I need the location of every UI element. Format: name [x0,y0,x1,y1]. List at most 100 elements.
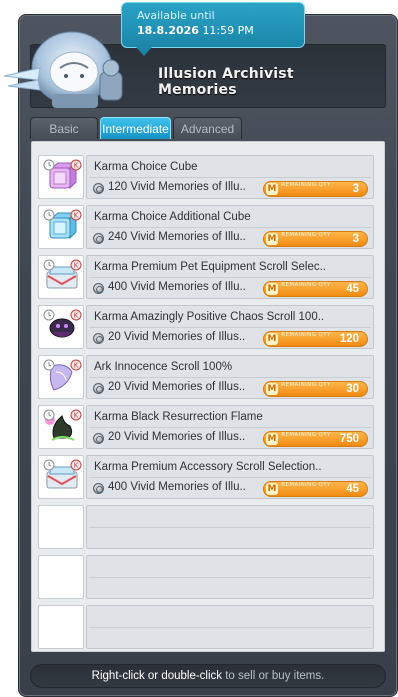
item-cost: 20 Vivid Memories of Illus.. [108,331,246,343]
item-cost: 400 Vivid Memories of Illu.. [108,281,246,293]
item-name: Ark Innocence Scroll 100% [94,361,233,373]
item-cost: 240 Vivid Memories of Illu.. [108,231,246,243]
item-info[interactable]: Karma Black Resurrection Flame 20 Vivid M… [86,405,374,449]
item-name: Karma Amazingly Positive Chaos Scroll 10… [94,311,325,323]
shop-item-row[interactable]: K Karma Premium Accessory Scroll Selectio… [38,455,375,499]
remaining-qty-value: 3 [352,233,359,245]
item-name: Karma Premium Accessory Scroll Selection… [94,461,322,473]
item-cost: 120 Vivid Memories of Illu.. [108,181,246,193]
shop-item-row[interactable]: K Karma Choice Additional Cube 240 Vivid M… [38,205,375,249]
row-divider [89,427,371,428]
item-info [86,605,374,649]
currency-icon [93,283,104,294]
item-icon-slot[interactable]: K [38,405,84,449]
tab-basic[interactable]: Basic [30,117,98,139]
item-name: Karma Choice Additional Cube [94,211,251,223]
shop-item-row[interactable]: K Karma Amazingly Positive Chaos Scroll 1… [38,305,375,349]
mileage-icon: M [266,483,278,495]
item-info[interactable]: Karma Premium Accessory Scroll Selection… [86,455,374,499]
tab-advanced[interactable]: Advanced [173,117,242,139]
item-name: Karma Black Resurrection Flame [94,411,263,423]
item-icon-slot [38,605,84,649]
remaining-qty-value: 3 [352,183,359,195]
remaining-qty-label: REMAINING QTY [281,382,331,388]
shop-item-row[interactable]: K Karma Choice Cube 120 Vivid Memories of … [38,155,375,199]
remaining-qty-badge: M REMAINING QTY 120 [263,331,368,347]
item-icon-slot [38,555,84,599]
svg-text:K: K [74,362,79,370]
remaining-qty-label: REMAINING QTY [281,232,331,238]
availability-datetime: 18.8.2026 11:59 PM [137,23,304,39]
svg-text:K: K [74,262,79,270]
svg-text:K: K [74,462,79,470]
remaining-qty-badge: M REMAINING QTY 45 [263,481,368,497]
svg-text:K: K [74,212,79,220]
mileage-icon: M [266,383,278,395]
black-flame-icon: K [42,408,82,448]
row-divider [89,377,371,378]
remaining-qty-value: 120 [339,333,359,345]
row-divider [89,327,371,328]
remaining-qty-value: 30 [346,383,359,395]
item-icon-slot[interactable]: K [38,355,84,399]
footer-action: Right-click or double-click [91,670,223,682]
item-icon-slot[interactable]: K [38,205,84,249]
mileage-icon: M [266,283,278,295]
empty-slot-row [38,505,375,549]
innocence-scroll-icon: K [42,358,82,398]
empty-slot-row [38,605,375,649]
remaining-qty-label: REMAINING QTY [281,282,331,288]
item-icon-slot[interactable]: K [38,455,84,499]
remaining-qty-value: 45 [346,283,359,295]
row-divider [89,277,371,278]
shop-item-row[interactable]: K Ark Innocence Scroll 100% 20 Vivid Memor… [38,355,375,399]
item-icon-slot[interactable]: K [38,255,84,299]
remaining-qty-badge: M REMAINING QTY 30 [263,381,368,397]
item-info [86,555,374,599]
item-info[interactable]: Karma Premium Pet Equipment Scroll Selec… [86,255,374,299]
scroll-box-icon: K [42,258,82,298]
shop-item-row[interactable]: K Karma Black Resurrection Flame 20 Vivid … [38,405,375,449]
row-divider [89,477,371,478]
currency-icon [93,383,104,394]
row-divider [89,577,371,578]
remaining-qty-label: REMAINING QTY [281,432,331,438]
row-divider [89,627,371,628]
availability-date: 18.8.2026 [137,24,199,37]
remaining-qty-value: 750 [339,433,359,445]
remaining-qty-badge: M REMAINING QTY 45 [263,281,368,297]
pink-cube-icon: K [42,158,82,198]
chaos-scroll-icon: K [42,308,82,348]
svg-text:K: K [74,162,79,170]
scroll-box-icon: K [42,458,82,498]
mileage-icon: M [266,233,278,245]
mileage-icon: M [266,433,278,445]
row-divider [89,227,371,228]
item-cost: 20 Vivid Memories of Illus.. [108,431,246,443]
currency-icon [93,483,104,494]
item-icon-slot[interactable]: K [38,155,84,199]
item-name: Karma Premium Pet Equipment Scroll Selec… [94,261,327,273]
npc-title: Illusion Archivist Memories [158,66,294,98]
currency-icon [93,233,104,244]
item-info[interactable]: Karma Choice Additional Cube 240 Vivid Me… [86,205,374,249]
availability-label: Available until [137,9,215,22]
remaining-qty-badge: M REMAINING QTY 3 [263,181,368,197]
remaining-qty-badge: M REMAINING QTY 750 [263,431,368,447]
item-info[interactable]: Ark Innocence Scroll 100% 20 Vivid Memori… [86,355,374,399]
remaining-qty-badge: M REMAINING QTY 3 [263,231,368,247]
blue-cube-icon: K [42,208,82,248]
shop-item-row[interactable]: K Karma Premium Pet Equipment Scroll Sele… [38,255,375,299]
item-cost: 20 Vivid Memories of Illus.. [108,381,246,393]
tab-intermediate[interactable]: Intermediate [100,117,171,139]
empty-slot-row [38,555,375,599]
item-name: Karma Choice Cube [94,161,198,173]
item-icon-slot[interactable]: K [38,305,84,349]
row-divider [89,177,371,178]
item-info[interactable]: Karma Amazingly Positive Chaos Scroll 10… [86,305,374,349]
availability-time: 11:59 PM [202,24,254,37]
footer-hint: Right-click or double-click to sell or b… [30,664,386,688]
currency-icon [93,433,104,444]
svg-text:K: K [74,412,79,420]
item-info[interactable]: Karma Choice Cube 120 Vivid Memories of I… [86,155,374,199]
